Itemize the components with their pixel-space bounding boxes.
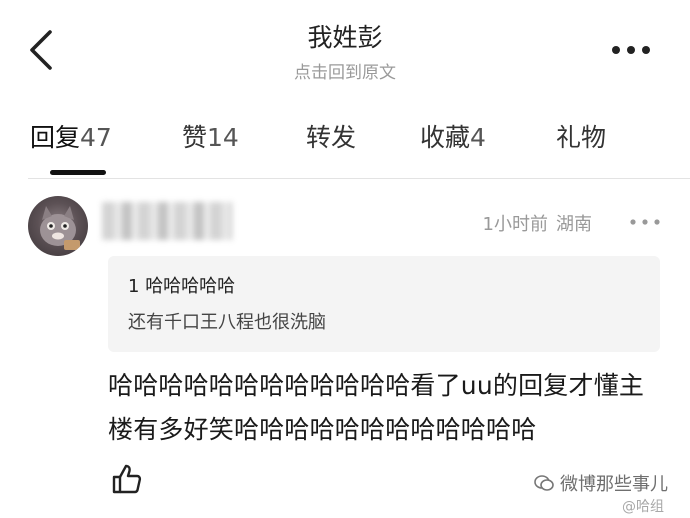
tab-label: 礼物 <box>556 123 607 152</box>
tab-replies[interactable]: 回复47 <box>30 118 112 154</box>
tab-reposts[interactable]: 转发 <box>306 118 356 154</box>
more-dots-icon <box>630 219 660 225</box>
watermark-handle: @哈组 <box>622 499 664 515</box>
like-button[interactable] <box>110 462 144 496</box>
comment-body: 哈哈哈哈哈哈哈哈哈哈哈哈看了uu的回复才懂主楼有多好笑哈哈哈哈哈哈哈哈哈哈哈哈 <box>108 371 645 444</box>
active-tab-indicator <box>50 170 106 175</box>
thumbs-up-icon <box>112 464 142 494</box>
quoted-reply-box[interactable]: 1 哈哈哈哈哈 还有千口王八程也很洗脑 <box>108 256 660 352</box>
quoted-reply-title: 哈哈哈哈哈 <box>145 276 236 297</box>
more-options-button[interactable] <box>610 40 652 60</box>
avatar-cat-image <box>40 206 80 250</box>
wechat-logo-icon <box>534 475 554 491</box>
username-blurred[interactable] <box>102 202 232 240</box>
tab-count: 47 <box>80 123 112 152</box>
tab-label: 回复 <box>30 123 81 152</box>
tab-label: 收藏 <box>420 123 471 152</box>
watermark-text: 微博那些事儿 <box>560 474 668 495</box>
tab-likes[interactable]: 赞14 <box>182 118 239 154</box>
top-bar: 我姓彭 点击回到原文 <box>0 0 690 92</box>
tab-label: 赞 <box>182 123 208 152</box>
more-dots-icon <box>612 46 650 54</box>
avatar[interactable] <box>28 196 88 256</box>
tab-count: 14 <box>207 123 239 152</box>
page-title: 我姓彭 <box>307 23 383 52</box>
tab-label: 转发 <box>306 123 357 152</box>
quoted-reply-header: 1 哈哈哈哈哈 <box>128 272 235 298</box>
tab-count: 4 <box>470 123 486 152</box>
comment-more-button[interactable] <box>628 214 662 228</box>
divider <box>28 178 690 179</box>
watermark: 微博那些事儿 <box>534 470 668 496</box>
comment-meta: 1小时前 湖南 <box>483 210 592 236</box>
tab-bar: 回复47 赞14 转发 收藏4 礼物 <box>0 104 690 176</box>
quoted-reply-count: 1 <box>128 276 140 297</box>
comment-time: 1小时前 <box>482 214 548 235</box>
tab-gifts[interactable]: 礼物 <box>556 118 606 154</box>
quoted-reply-text: 还有千口王八程也很洗脑 <box>128 312 326 333</box>
back-to-original-link[interactable]: 点击回到原文 <box>0 58 690 83</box>
tab-favorites[interactable]: 收藏4 <box>420 118 486 154</box>
comment-location: 湖南 <box>556 214 592 235</box>
